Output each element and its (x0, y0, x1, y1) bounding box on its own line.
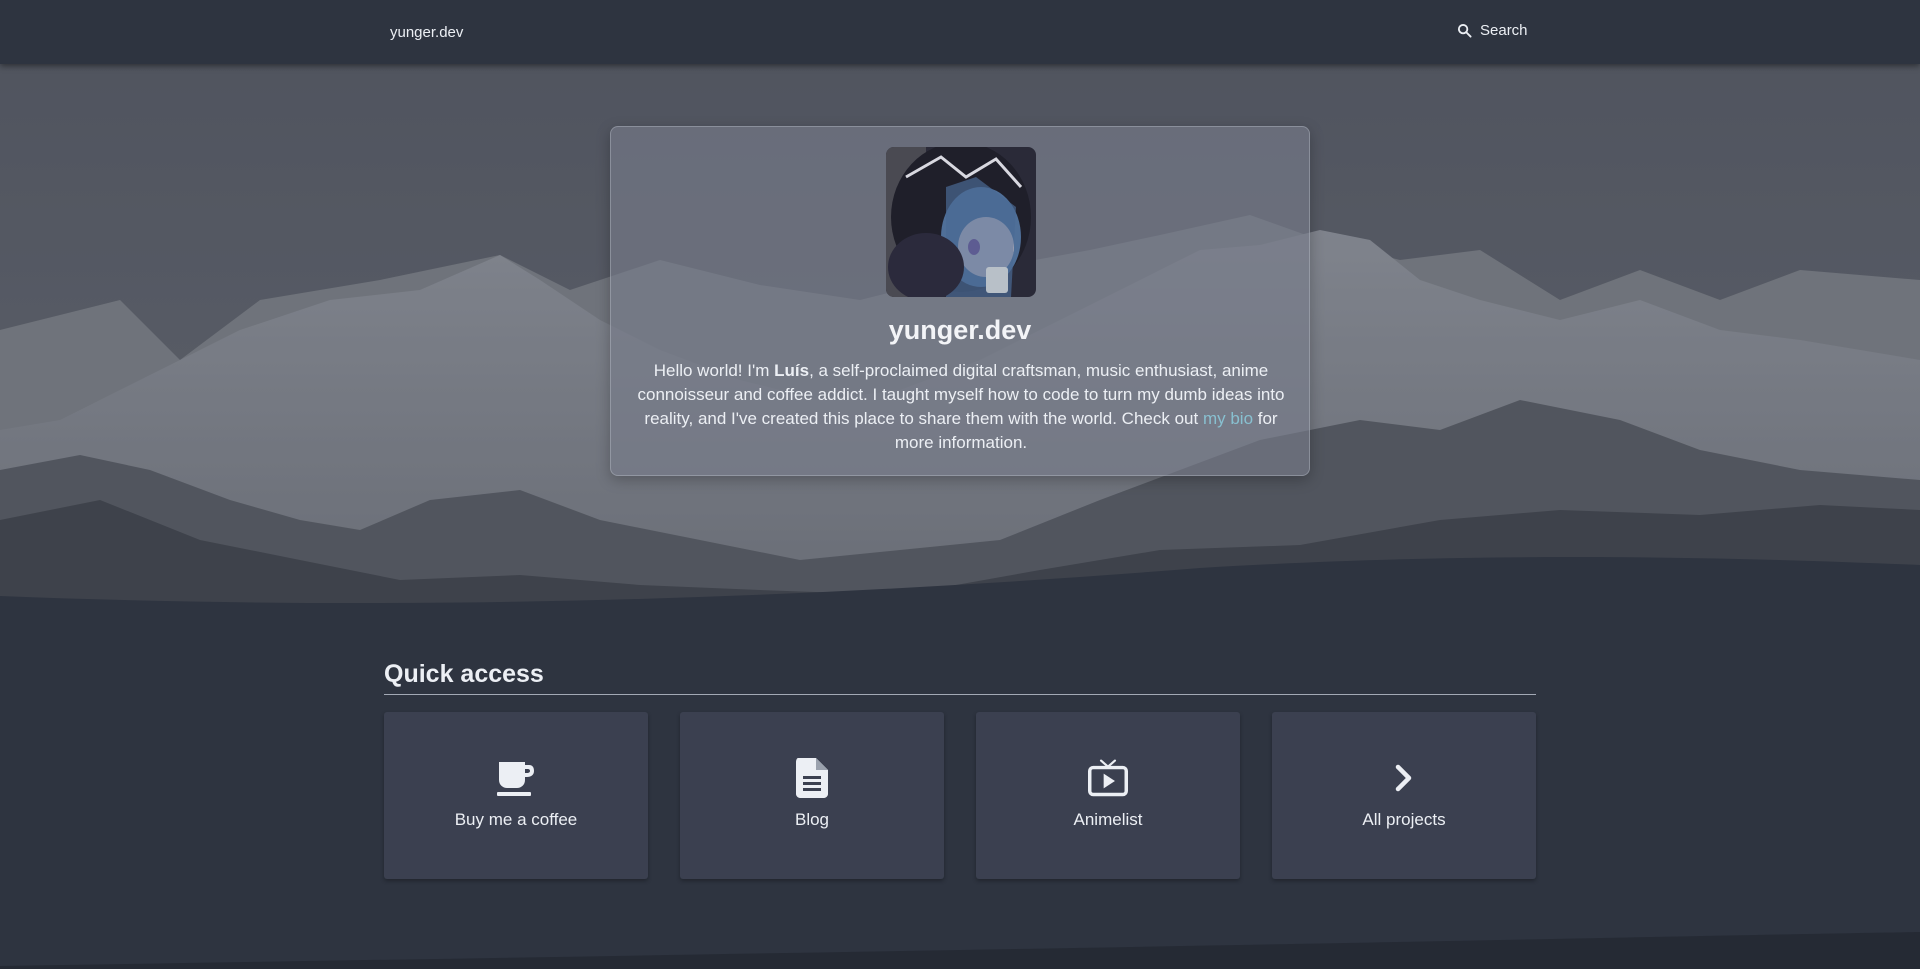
footer-wave (0, 932, 1920, 969)
chevron-right-icon (1384, 758, 1424, 798)
tile-buy-me-a-coffee[interactable]: Buy me a coffee (384, 712, 648, 879)
search-button[interactable]: Search (1457, 22, 1528, 39)
avatar (886, 147, 1036, 297)
search-label: Search (1480, 22, 1528, 39)
intro-text-start: Hello world! I'm (653, 361, 775, 380)
avatar-image (886, 147, 1036, 297)
tile-label: Animelist (1073, 810, 1143, 829)
page-title: yunger.dev (888, 315, 1032, 345)
tile-animelist[interactable]: Animelist (976, 712, 1240, 879)
tile-all-projects[interactable]: All projects (1272, 712, 1536, 879)
hero-section: yunger.dev Hello world! I'm Luís, a self… (0, 0, 1920, 612)
tile-label: Buy me a coffee (454, 810, 578, 829)
magnifier-icon (1457, 23, 1472, 38)
intro-text: Hello world! I'm Luís, a self-proclaimed… (629, 359, 1293, 455)
author-name: Luís (774, 361, 810, 380)
tv-play-icon (1088, 758, 1128, 798)
brand-link[interactable]: yunger.dev (390, 24, 463, 41)
top-navbar: yunger.dev Search (0, 0, 1920, 64)
tile-label: Blog (794, 810, 830, 829)
tile-blog[interactable]: Blog (680, 712, 944, 879)
coffee-mug-icon (496, 758, 536, 798)
bio-link[interactable]: my bio (1203, 409, 1253, 428)
quick-access-heading: Quick access (384, 660, 544, 688)
document-icon (792, 758, 832, 798)
section-divider (384, 694, 1536, 695)
intro-card: yunger.dev Hello world! I'm Luís, a self… (610, 126, 1310, 476)
tile-label: All projects (1362, 810, 1446, 829)
